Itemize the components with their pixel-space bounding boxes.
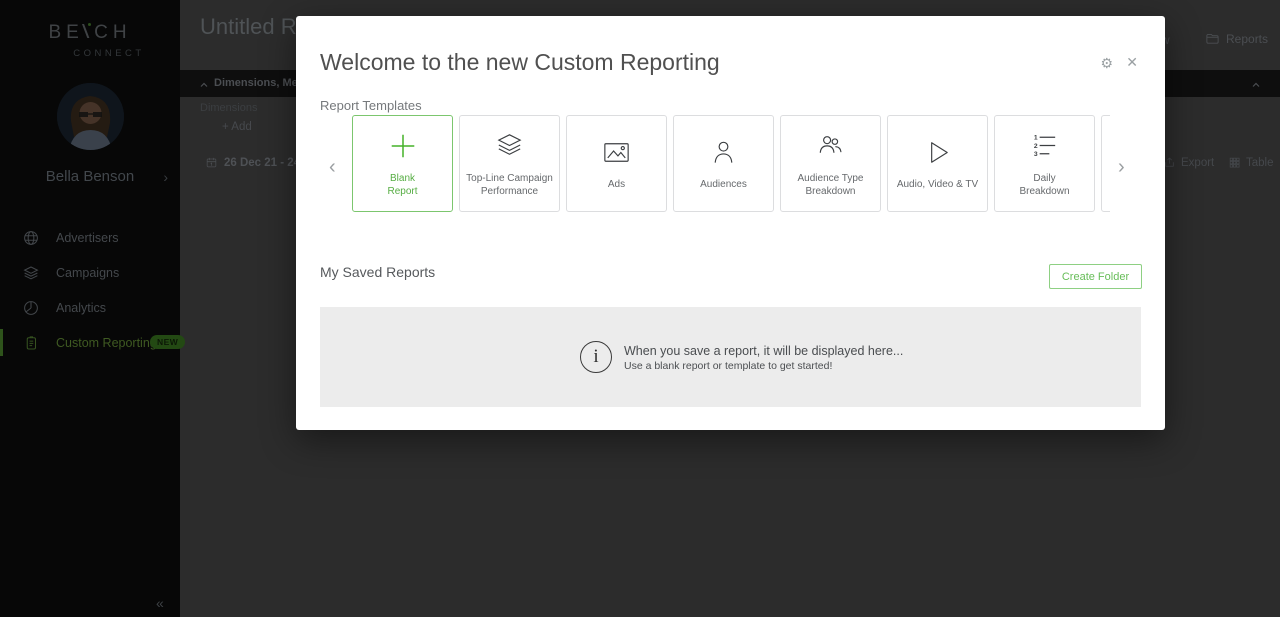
template-card-label: Audience Type Breakdown xyxy=(793,172,869,199)
report-templates-label: Report Templates xyxy=(320,98,422,113)
saved-reports-empty-state: i When you save a report, it will be dis… xyxy=(320,307,1141,407)
info-icon: i xyxy=(580,341,612,373)
template-carousel: Blank Report Top-Line Campaign Performan… xyxy=(352,115,1110,214)
image-icon xyxy=(600,135,633,169)
template-card-label: Top-Line Campaign Performance xyxy=(461,172,558,199)
template-card-blank-report[interactable]: Blank Report xyxy=(352,115,453,212)
sidebar-nav: Advertisers Campaigns Analytics Custom xyxy=(0,220,180,360)
globe-icon xyxy=(22,229,40,247)
pie-chart-icon xyxy=(22,299,40,317)
svg-text:3: 3 xyxy=(1034,151,1038,158)
avatar[interactable] xyxy=(57,83,124,150)
user-name: Bella Benson xyxy=(46,168,134,185)
my-saved-reports-label: My Saved Reports xyxy=(320,264,435,280)
sidebar-item-label: Campaigns xyxy=(56,266,119,280)
template-card-label: Audio, Video & TV xyxy=(892,178,983,192)
table-button-label: Table xyxy=(1246,157,1274,169)
layers-icon xyxy=(22,264,40,282)
user-menu[interactable]: Bella Benson › xyxy=(0,168,180,185)
gear-icon[interactable]: ⚙ xyxy=(1100,55,1113,72)
close-icon[interactable]: ✕ xyxy=(1126,54,1138,71)
sidebar-item-campaigns[interactable]: Campaigns xyxy=(0,255,180,290)
sidebar: BE\CH CONNECT Bella Benson › Advertis xyxy=(0,0,180,617)
people-icon xyxy=(814,129,847,163)
folder-icon xyxy=(1205,31,1220,46)
carousel-prev-button[interactable]: ‹ xyxy=(329,156,336,179)
reports-button[interactable]: Reports xyxy=(1205,31,1268,46)
sidebar-item-advertisers[interactable]: Advertisers xyxy=(0,220,180,255)
modal-title: Welcome to the new Custom Reporting xyxy=(320,49,720,76)
export-button[interactable]: Export xyxy=(1163,156,1214,169)
svg-text:1: 1 xyxy=(1034,135,1038,142)
sidebar-item-label: Analytics xyxy=(56,301,106,315)
chevron-up-icon xyxy=(198,78,210,90)
template-card-label: Ads xyxy=(603,178,630,192)
avatar-photo xyxy=(57,83,124,150)
sidebar-item-label: Custom Reporting xyxy=(56,336,157,350)
sidebar-item-label: Advertisers xyxy=(56,231,119,245)
numbered-list-icon: 123 xyxy=(1028,129,1061,163)
app-root: BE\CH CONNECT Bella Benson › Advertis xyxy=(0,0,1280,617)
template-card-partial[interactable] xyxy=(1101,115,1110,212)
welcome-modal: Welcome to the new Custom Reporting ⚙ ✕ … xyxy=(296,16,1165,430)
dimensions-section-label: Dimensions xyxy=(200,102,257,114)
template-card-label: Daily Breakdown xyxy=(1014,172,1074,199)
plus-icon xyxy=(387,129,419,163)
template-card-audience-type-breakdown[interactable]: Audience Type Breakdown xyxy=(780,115,881,212)
empty-state-line2: Use a blank report or template to get st… xyxy=(624,360,832,372)
brand-logo-subtitle: CONNECT xyxy=(0,48,180,59)
table-view-button[interactable]: Table xyxy=(1228,156,1274,169)
create-folder-button[interactable]: Create Folder xyxy=(1049,264,1142,289)
brand-logo-text: BE\CH xyxy=(0,22,180,44)
svg-text:2: 2 xyxy=(1034,143,1038,150)
play-icon xyxy=(921,135,954,169)
reports-button-label: Reports xyxy=(1226,32,1268,46)
carousel-next-button[interactable]: › xyxy=(1118,156,1125,179)
template-card-top-line-campaign-performance[interactable]: Top-Line Campaign Performance xyxy=(459,115,560,212)
sidebar-item-analytics[interactable]: Analytics xyxy=(0,290,180,325)
report-icon xyxy=(22,334,40,352)
active-indicator xyxy=(0,329,3,356)
collapse-sidebar-button[interactable]: « xyxy=(156,595,164,611)
empty-state-line1: When you save a report, it will be displ… xyxy=(624,344,903,358)
template-card-label: Blank Report xyxy=(382,172,422,199)
layers-icon xyxy=(493,129,526,163)
logo-accent-dot xyxy=(88,23,91,26)
sidebar-item-custom-reporting[interactable]: Custom Reporting NEW xyxy=(0,325,180,360)
page-title: Untitled R xyxy=(200,14,297,40)
template-card-audio-video-tv[interactable]: Audio, Video & TV xyxy=(887,115,988,212)
brand-logo: BE\CH CONNECT xyxy=(0,22,180,59)
person-icon xyxy=(707,135,740,169)
calendar-icon xyxy=(205,156,218,169)
add-dimension-button[interactable]: + Add xyxy=(222,121,252,133)
table-grid-icon xyxy=(1228,156,1241,169)
chevron-right-icon: › xyxy=(163,169,168,185)
template-card-ads[interactable]: Ads xyxy=(566,115,667,212)
new-badge: NEW xyxy=(150,335,185,349)
template-card-label: Audiences xyxy=(695,178,752,192)
template-card-audiences[interactable]: Audiences xyxy=(673,115,774,212)
chevron-up-icon[interactable] xyxy=(1250,78,1262,90)
export-button-label: Export xyxy=(1181,157,1214,169)
template-card-daily-breakdown[interactable]: 123 Daily Breakdown xyxy=(994,115,1095,212)
